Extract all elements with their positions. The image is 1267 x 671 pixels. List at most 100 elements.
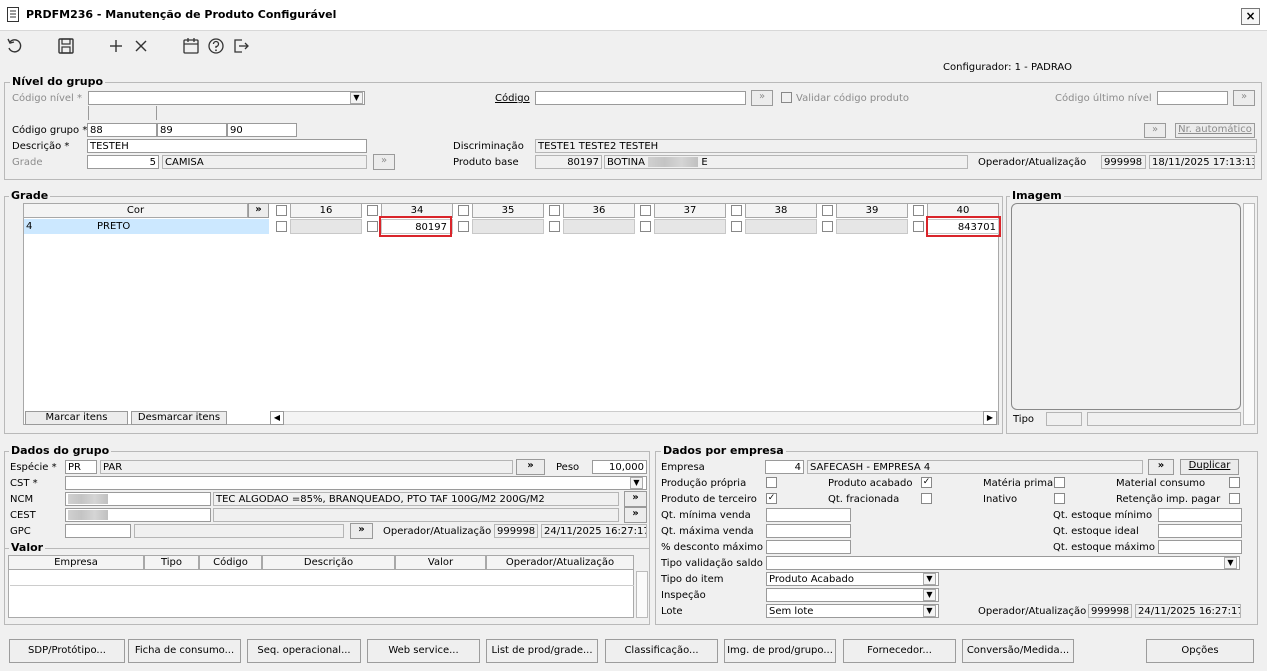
size-cell[interactable] bbox=[836, 219, 908, 234]
descricao-input[interactable]: TESTEH bbox=[87, 139, 367, 153]
duplicar-button[interactable]: Duplicar bbox=[1180, 459, 1239, 475]
search-button[interactable]: » bbox=[373, 154, 395, 170]
grade-code-field[interactable]: 5 bbox=[87, 155, 159, 169]
size-header-checkbox[interactable] bbox=[913, 205, 924, 216]
chevron-down-icon[interactable]: ▼ bbox=[923, 605, 936, 617]
size-header-checkbox[interactable] bbox=[458, 205, 469, 216]
classificacao-button[interactable]: Classificação... bbox=[605, 639, 718, 663]
tipo-validacao-select[interactable] bbox=[766, 556, 1240, 570]
desconto-maximo-input[interactable] bbox=[766, 540, 851, 554]
cell-40[interactable]: 843701 bbox=[930, 221, 996, 234]
peso-input[interactable]: 10,000 bbox=[592, 460, 647, 474]
calendar-icon[interactable] bbox=[182, 37, 200, 55]
size-header-checkbox[interactable] bbox=[367, 205, 378, 216]
search-button[interactable]: » bbox=[751, 90, 773, 106]
v-scrollbar[interactable] bbox=[1243, 203, 1255, 425]
gpc-search-button[interactable]: » bbox=[350, 523, 373, 539]
size-header-checkbox[interactable] bbox=[276, 205, 287, 216]
size-cell[interactable] bbox=[654, 219, 726, 234]
inativo-checkbox[interactable] bbox=[1054, 493, 1065, 504]
table-row[interactable] bbox=[10, 571, 634, 586]
empresa-search-button[interactable]: » bbox=[1148, 459, 1174, 475]
qt-minima-venda-input[interactable] bbox=[766, 508, 851, 522]
empresa-code-input[interactable]: 4 bbox=[765, 460, 804, 474]
qt-estoque-minimo-input[interactable] bbox=[1158, 508, 1242, 522]
ncm-input[interactable] bbox=[65, 492, 211, 506]
save-icon[interactable] bbox=[57, 37, 75, 55]
qt-maxima-venda-input[interactable] bbox=[766, 524, 851, 538]
ficha-consumo-button[interactable]: Ficha de consumo... bbox=[128, 639, 241, 663]
seq-operacional-button[interactable]: Seq. operacional... bbox=[247, 639, 361, 663]
exit-icon[interactable] bbox=[232, 37, 250, 55]
cell-checkbox[interactable] bbox=[367, 221, 378, 232]
more-button[interactable]: » bbox=[248, 203, 269, 218]
row-color-code[interactable]: 4 bbox=[24, 219, 95, 234]
produto-acabado-checkbox[interactable]: ✓ bbox=[921, 477, 932, 488]
row-color-name[interactable]: PRETO bbox=[95, 219, 269, 234]
size-header-checkbox[interactable] bbox=[822, 205, 833, 216]
inspecao-select[interactable] bbox=[766, 588, 939, 602]
desmarcar-itens-button[interactable]: Desmarcar itens bbox=[131, 411, 227, 425]
cell-checkbox[interactable] bbox=[822, 221, 833, 232]
retencao-checkbox[interactable] bbox=[1229, 493, 1240, 504]
chevron-down-icon[interactable]: ▼ bbox=[1224, 557, 1237, 569]
especie-search-button[interactable]: » bbox=[516, 459, 545, 475]
cell-checkbox[interactable] bbox=[276, 221, 287, 232]
cell-34[interactable]: 80197 bbox=[383, 221, 447, 234]
h-scrollbar[interactable] bbox=[270, 411, 998, 425]
produto-terceiro-checkbox[interactable]: ✓ bbox=[766, 493, 777, 504]
cell-checkbox[interactable] bbox=[731, 221, 742, 232]
ncm-search-button[interactable]: » bbox=[624, 491, 647, 507]
chevron-down-icon[interactable]: ▼ bbox=[923, 573, 936, 585]
materia-prima-checkbox[interactable] bbox=[1054, 477, 1065, 488]
cell-checkbox[interactable] bbox=[640, 221, 651, 232]
size-cell[interactable] bbox=[563, 219, 635, 234]
codigo-grupo-input-1[interactable]: 88 bbox=[87, 123, 157, 137]
size-cell[interactable] bbox=[745, 219, 817, 234]
help-icon[interactable] bbox=[207, 37, 225, 55]
cell-checkbox[interactable] bbox=[549, 221, 560, 232]
undo-icon[interactable] bbox=[6, 37, 24, 55]
chevron-down-icon[interactable]: ▼ bbox=[923, 589, 936, 601]
size-header-checkbox[interactable] bbox=[549, 205, 560, 216]
cst-select[interactable] bbox=[65, 476, 647, 490]
size-cell[interactable] bbox=[290, 219, 362, 234]
gpc-input[interactable] bbox=[65, 524, 131, 538]
codigo-grupo-input-2[interactable]: 89 bbox=[157, 123, 227, 137]
list-prod-grade-button[interactable]: List de prod/grade... bbox=[486, 639, 598, 663]
scroll-right-icon[interactable]: ▶ bbox=[983, 411, 997, 425]
size-header-checkbox[interactable] bbox=[640, 205, 651, 216]
close-button[interactable]: × bbox=[1241, 8, 1260, 25]
nr-automatico-button[interactable]: Nr. automático bbox=[1175, 123, 1255, 138]
add-icon[interactable] bbox=[107, 37, 125, 55]
img-prod-grupo-button[interactable]: Img. de prod/grupo... bbox=[724, 639, 836, 663]
size-cell[interactable] bbox=[472, 219, 544, 234]
fornecedor-button[interactable]: Fornecedor... bbox=[843, 639, 956, 663]
especie-code-input[interactable]: PR bbox=[65, 460, 97, 474]
delete-icon[interactable] bbox=[132, 37, 150, 55]
cell-checkbox[interactable] bbox=[913, 221, 924, 232]
chevron-down-icon[interactable]: ▼ bbox=[350, 92, 363, 104]
cell-checkbox[interactable] bbox=[458, 221, 469, 232]
search-button[interactable]: » bbox=[1233, 90, 1255, 106]
sdp-prototipo-button[interactable]: SDP/Protótipo... bbox=[9, 639, 125, 663]
scroll-left-icon[interactable]: ◀ bbox=[270, 411, 284, 425]
conversao-medida-button[interactable]: Conversão/Medida... bbox=[962, 639, 1074, 663]
chevron-down-icon[interactable]: ▼ bbox=[630, 477, 643, 489]
opcoes-button[interactable]: Opções bbox=[1146, 639, 1254, 663]
cest-input[interactable] bbox=[65, 508, 211, 522]
search-button[interactable]: » bbox=[1144, 123, 1166, 138]
tipo-item-select[interactable]: Produto Acabado bbox=[766, 572, 939, 586]
lote-select[interactable]: Sem lote bbox=[766, 604, 939, 618]
material-consumo-checkbox[interactable] bbox=[1229, 477, 1240, 488]
producao-propria-checkbox[interactable] bbox=[766, 477, 777, 488]
qt-fracionada-checkbox[interactable] bbox=[921, 493, 932, 504]
cest-search-button[interactable]: » bbox=[624, 507, 647, 523]
qt-estoque-maximo-input[interactable] bbox=[1158, 540, 1242, 554]
size-header-checkbox[interactable] bbox=[731, 205, 742, 216]
validar-checkbox[interactable] bbox=[781, 92, 792, 103]
codigo-input[interactable] bbox=[535, 91, 746, 105]
marcar-itens-button[interactable]: Marcar itens bbox=[25, 411, 128, 425]
codigo-nivel-select[interactable] bbox=[88, 91, 365, 105]
qt-estoque-ideal-input[interactable] bbox=[1158, 524, 1242, 538]
